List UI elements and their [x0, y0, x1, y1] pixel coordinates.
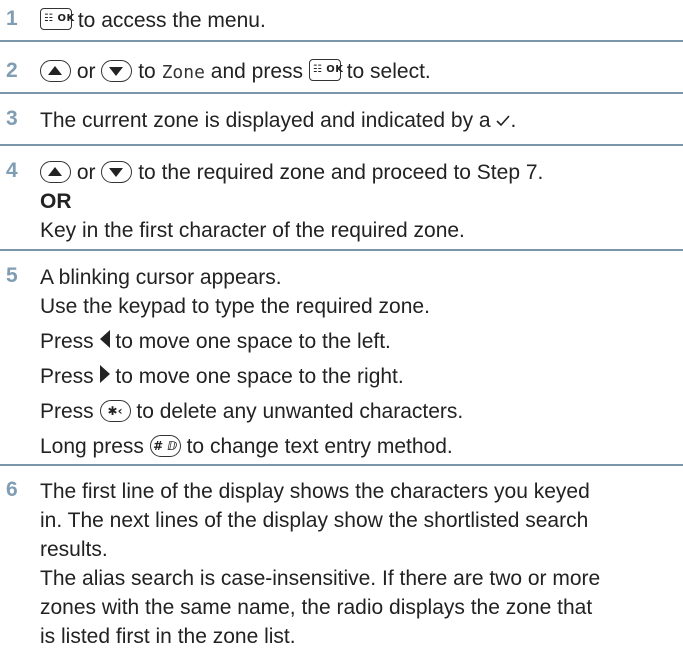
up-navigation-key-icon: [40, 161, 71, 183]
step-number: 2: [6, 59, 18, 82]
step-number: 1: [6, 7, 18, 30]
press-word: Press: [40, 400, 94, 423]
step-number: 5: [6, 264, 18, 287]
paragraph-line: zones with the same name, the radio disp…: [40, 596, 593, 619]
step-5: 5 A blinking cursor appears. Use the key…: [0, 251, 683, 466]
move-left-line: Press to move one space to the left.: [40, 327, 683, 356]
step-number: 4: [6, 159, 18, 182]
paragraph-line: results.: [40, 538, 108, 561]
cursor-text: A blinking cursor appears.: [40, 266, 282, 289]
or-label: OR: [40, 190, 72, 213]
step-2-line: or to Zone and press ☷ OK to select.: [40, 57, 683, 87]
right-arrow-key-icon: [99, 365, 110, 383]
step-2: 2 or to Zone and press ☷ OK to select.: [0, 42, 683, 94]
select-text: to select.: [346, 60, 431, 83]
step-3: 3 The current zone is displayed and indi…: [0, 94, 683, 146]
step-number: 3: [6, 107, 18, 130]
down-navigation-key-icon: [101, 161, 133, 183]
paragraph-line: The alias search is case-insensitive. If…: [40, 567, 601, 590]
step-text: The current zone is displayed and indica…: [40, 109, 491, 132]
left-arrow-key-icon: [99, 330, 110, 348]
step-text: to access the menu.: [77, 9, 266, 32]
paragraph-line: is listed first in the zone list.: [40, 625, 296, 648]
keypad-text: Use the keypad to type the required zone…: [40, 295, 430, 318]
move-right-line: Press to move one space to the right.: [40, 362, 683, 391]
up-navigation-key-icon: [40, 60, 71, 82]
step-3-line: The current zone is displayed and indica…: [40, 106, 683, 135]
press-word: Press: [40, 365, 94, 388]
step-1: 1 ☷ OK to access the menu.: [0, 0, 683, 42]
delete-line: Press ✱‹ to delete any unwanted characte…: [40, 397, 683, 426]
step-1-line: ☷ OK to access the menu.: [40, 6, 683, 35]
star-delete-key-icon: ✱‹: [99, 400, 131, 422]
step-number: 6: [6, 478, 18, 501]
entry-method-text: to change text entry method.: [186, 435, 453, 458]
step-4-line: or to the required zone and proceed to S…: [40, 158, 683, 187]
step-4: 4 or to the required zone and proceed to…: [0, 146, 683, 251]
menu-item-zone: Zone: [161, 62, 205, 83]
or-word: or: [76, 60, 96, 83]
press-word: Press: [40, 330, 94, 353]
procedure-steps: 1 ☷ OK to access the menu. 2 or to Zone …: [0, 0, 683, 666]
alternative-text: Key in the first character of the requir…: [40, 219, 465, 242]
to-word: to: [138, 60, 156, 83]
menu-ok-key-icon: ☷ OK: [308, 59, 343, 81]
hash-key-icon: # ⅅ: [149, 435, 181, 457]
period: .: [510, 109, 517, 132]
step-text: to the required zone and proceed to Step…: [138, 161, 544, 184]
down-navigation-key-icon: [101, 60, 133, 82]
step-6: 6 The first line of the display shows th…: [0, 466, 683, 666]
paragraph-line: in. The next lines of the display show t…: [40, 509, 589, 532]
entry-method-line: Long press # ⅅ to change text entry meth…: [40, 432, 683, 461]
menu-ok-key-icon: ☷ OK: [40, 8, 74, 30]
paragraph-line: The first line of the display shows the …: [40, 480, 590, 503]
delete-text: to delete any unwanted characters.: [136, 400, 464, 423]
and-press-text: and press: [210, 60, 304, 83]
move-right-text: to move one space to the right.: [115, 365, 404, 388]
move-left-text: to move one space to the left.: [115, 330, 391, 353]
long-press-text: Long press: [40, 435, 144, 458]
or-word: or: [76, 161, 96, 184]
check-mark-icon: [496, 115, 511, 127]
